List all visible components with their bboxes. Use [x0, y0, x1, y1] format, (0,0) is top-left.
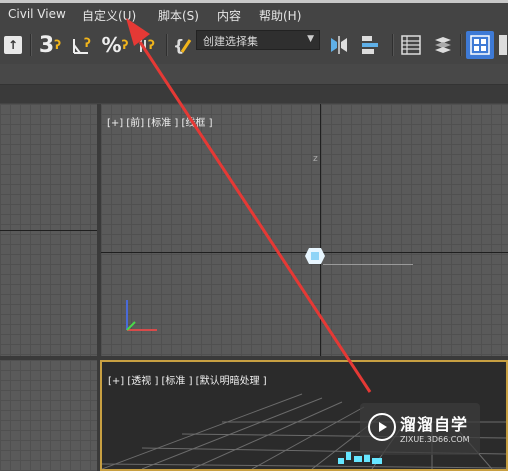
- annotation-arrow: [126, 18, 372, 393]
